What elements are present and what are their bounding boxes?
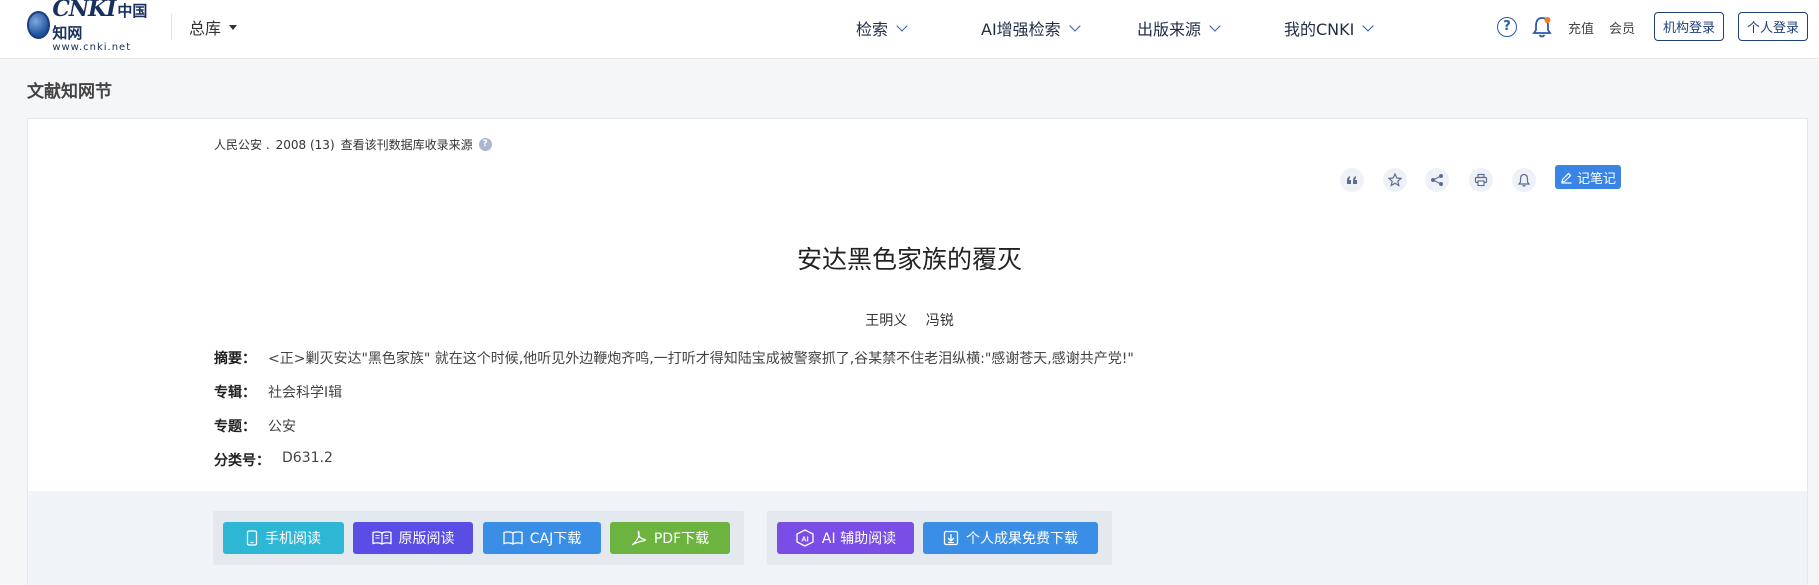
header-divider [171, 14, 172, 40]
pdf-download-button[interactable]: PDF下载 [610, 522, 730, 554]
mobile-read-label: 手机阅读 [265, 531, 321, 547]
nav-search-label: 检索 [856, 20, 889, 39]
download-icon [943, 530, 959, 546]
logo-url-text: www.cnki.net [52, 41, 132, 53]
classification-value: D631.2 [282, 450, 333, 466]
source-info-link[interactable]: 查看该刊数据库收录来源 [341, 136, 473, 153]
chevron-down-icon [1069, 19, 1081, 32]
original-read-label: 原版阅读 [398, 531, 455, 547]
print-icon[interactable] [1469, 168, 1493, 192]
chevron-down-icon [1362, 19, 1375, 32]
book-icon [503, 531, 523, 545]
abstract-label: 摘要： [214, 351, 256, 367]
library-select-label: 总库 [189, 19, 222, 38]
article-title: 安达黑色家族的覆灭 [796, 245, 1022, 274]
library-select[interactable]: 总库 [189, 15, 238, 39]
org-login-button[interactable]: 机构登录 [1654, 12, 1724, 41]
pdf-download-label: PDF下载 [653, 531, 710, 547]
nav-my-cnki-label: 我的CNKI [1284, 20, 1355, 39]
globe-logo-icon [27, 11, 51, 39]
classification-row: 分类号： D631.2 [214, 450, 333, 470]
logo-main: CNKI 中国知网 [52, 0, 153, 42]
ai-icon: AI [796, 529, 814, 547]
caret-down-icon [229, 24, 238, 30]
topic-row: 专题： 公安 [214, 416, 296, 436]
personal-login-button[interactable]: 个人登录 [1738, 12, 1808, 41]
chevron-down-icon [1209, 19, 1221, 32]
subscribe-bell-icon[interactable] [1512, 168, 1536, 192]
cnki-logo[interactable]: CNKI 中国知网 www.cnki.net [27, 0, 153, 52]
classification-label: 分类号： [214, 453, 270, 469]
share-icon[interactable] [1425, 168, 1449, 192]
question-icon[interactable]: ? [478, 138, 492, 151]
page-section-title: 文献知网节 [27, 82, 112, 102]
abstract-row: 摘要： <正>剿灭安达"黑色家族" 就在这个时候,他听见外边鞭炮齐鸣,一打听才得… [214, 348, 1134, 368]
mobile-read-button[interactable]: 手机阅读 [223, 522, 344, 554]
nav-publication-source-label: 出版来源 [1137, 20, 1202, 39]
topic-value: 公安 [268, 419, 296, 435]
nav-ai-search-label: AI增强检索 [981, 20, 1061, 39]
svg-text:AI: AI [801, 535, 809, 544]
recharge-link[interactable]: 充值 [1568, 18, 1594, 37]
album-value: 社会科学Ⅰ辑 [268, 385, 343, 401]
author-link[interactable]: 冯锐 [926, 313, 954, 329]
caj-download-label: CAJ下载 [529, 531, 582, 547]
caj-download-button[interactable]: CAJ下载 [483, 522, 601, 554]
abstract-text: <正>剿灭安达"黑色家族" 就在这个时候,他听见外边鞭炮齐鸣,一打听才得知陆宝成… [268, 351, 1134, 367]
pdf-icon [631, 530, 646, 546]
free-download-button[interactable]: 个人成果免费下载 [923, 522, 1098, 554]
album-label: 专辑： [214, 385, 256, 401]
author-list: 王明义 冯锐 [0, 310, 1819, 330]
journal-issue[interactable]: 2008 (13) [276, 138, 335, 152]
nav-publication-source[interactable]: 出版来源 [1137, 16, 1221, 40]
album-row: 专辑： 社会科学Ⅰ辑 [214, 382, 342, 402]
nav-search[interactable]: 检索 [856, 16, 908, 40]
take-note-button[interactable]: 记笔记 [1555, 165, 1621, 189]
nav-ai-search[interactable]: AI增强检索 [981, 16, 1081, 40]
phone-icon [246, 530, 258, 546]
bell-icon[interactable] [1531, 15, 1553, 39]
free-download-label: 个人成果免费下载 [966, 531, 1078, 547]
original-read-button[interactable]: 原版阅读 [353, 522, 473, 554]
ai-assisted-read-button[interactable]: AI AI 辅助阅读 [777, 522, 914, 554]
help-icon[interactable]: ? [1497, 17, 1517, 37]
member-link[interactable]: 会员 [1609, 18, 1635, 37]
author-link[interactable]: 王明义 [865, 313, 907, 329]
favorite-star-icon[interactable] [1383, 168, 1407, 192]
logo-text: CNKI 中国知网 www.cnki.net [52, 0, 153, 53]
logo-main-text: CNKI [52, 0, 116, 22]
open-book-icon [371, 531, 392, 545]
pencil-icon [1561, 172, 1572, 184]
chevron-down-icon [896, 19, 908, 32]
source-line: 人民公安 . 2008 (13) 查看该刊数据库收录来源 ? [214, 136, 492, 153]
nav-my-cnki[interactable]: 我的CNKI [1284, 16, 1375, 40]
take-note-label: 记笔记 [1576, 171, 1616, 187]
ai-assisted-read-label: AI 辅助阅读 [821, 531, 897, 547]
topic-label: 专题： [214, 419, 256, 435]
cite-icon[interactable] [1340, 168, 1364, 192]
journal-name[interactable]: 人民公安 . [214, 136, 270, 153]
